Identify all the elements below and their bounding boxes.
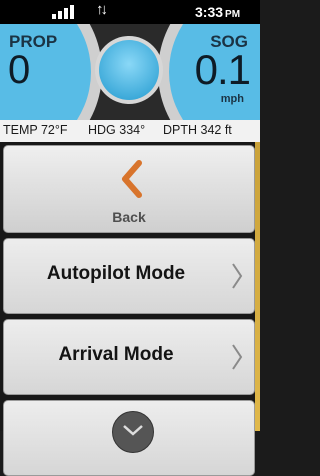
back-label: Back: [112, 209, 146, 225]
clock-time: 3:33: [195, 4, 224, 20]
clock: 3:33 PM: [195, 4, 240, 20]
sog-value: 0.1: [194, 46, 251, 93]
heading-readout: HDG 334°: [88, 123, 146, 137]
readout-bar: TEMP 72°F HDG 334° DPTH 342 ft: [0, 120, 260, 142]
signal-strength-icon: [52, 5, 80, 19]
arrival-mode-label: Arrival Mode: [58, 344, 174, 365]
instrument-panel: PROP 0 SOG 0.1 mph: [0, 24, 260, 120]
sog-unit: mph: [220, 93, 244, 105]
back-arrow-icon: [122, 160, 142, 198]
data-sync-icon: ↑↓: [96, 1, 108, 18]
depth-readout: DPTH 342 ft: [163, 123, 232, 137]
temperature-readout: TEMP 72°F: [3, 123, 68, 137]
chevron-right-icon: [232, 344, 243, 370]
chevron-right-icon: [232, 263, 243, 289]
status-bar: ↑↓ 3:33 PM: [0, 0, 260, 24]
center-dial-face: [99, 40, 159, 100]
menu-list: Back Autopilot Mode Arrival Mode: [0, 142, 260, 476]
scroll-down-button[interactable]: [112, 411, 154, 453]
prop-value: 0: [8, 48, 31, 92]
clock-ampm: PM: [225, 9, 241, 20]
chevron-down-icon: [123, 425, 143, 436]
autopilot-mode-label: Autopilot Mode: [46, 263, 186, 284]
device-edge: [255, 142, 260, 431]
back-button[interactable]: Back: [3, 145, 255, 233]
arrival-mode-button[interactable]: Arrival Mode: [3, 319, 255, 395]
autopilot-mode-button[interactable]: Autopilot Mode: [3, 238, 255, 314]
